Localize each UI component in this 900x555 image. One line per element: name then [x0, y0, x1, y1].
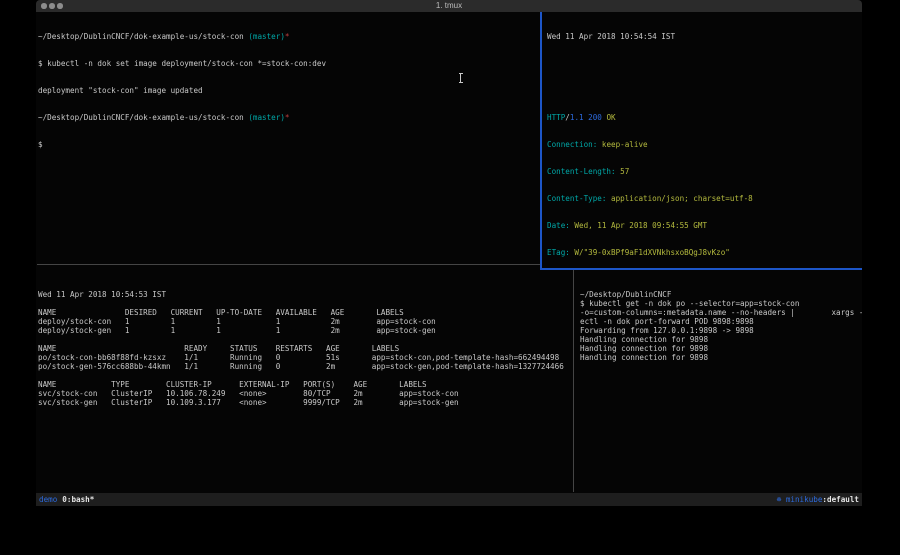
pane-shell-top-left[interactable]: ~/Desktop/DublinCNCF/dok-example-us/stoc…: [36, 12, 540, 264]
tmux-status-bar: demo 0:bash* ☸ minikube:default: [36, 493, 862, 506]
prompt-line: ~/Desktop/DublinCNCF/dok-example-us/stoc…: [38, 113, 540, 122]
header-value: W/"39-0xBPf9aF1dXVNkhsxoBQgJ8vKzo": [570, 248, 730, 257]
header-value: 57: [616, 167, 630, 176]
header-key: Date:: [547, 221, 570, 230]
port-forward-output: ~/Desktop/DublinCNCF $ kubectl get -n do…: [580, 290, 862, 362]
prompt-path: ~/Desktop/DublinCNCF/dok-example-us/stoc…: [38, 113, 248, 122]
header-value: Wed, 11 Apr 2018 09:54:55 GMT: [570, 221, 707, 230]
title-bar[interactable]: 1. tmux: [36, 0, 862, 12]
pane-divider-vertical-bottom[interactable]: [573, 270, 574, 492]
header-key: Connection:: [547, 140, 597, 149]
http-header: Connection: keep-alive: [547, 140, 862, 149]
kube-context: minikube: [786, 495, 823, 504]
http-header: ETag: W/"39-0xBPf9aF1dXVNkhsxoBQgJ8vKzo": [547, 248, 862, 257]
header-key: Content-Type:: [547, 194, 606, 203]
pane-divider-horizontal-left[interactable]: [37, 264, 540, 265]
status-right: ☸ minikube:default: [777, 495, 859, 504]
prompt-line: ~/Desktop/DublinCNCF/dok-example-us/stoc…: [38, 32, 540, 41]
git-dirty-flag: *: [285, 113, 290, 122]
pane-http-response[interactable]: Wed 11 Apr 2018 10:54:54 IST HTTP/1.1 20…: [545, 12, 862, 268]
prompt-symbol: $: [38, 140, 540, 149]
tmux-session: ~/Desktop/DublinCNCF/dok-example-us/stoc…: [36, 12, 862, 493]
command-line: $ kubectl -n dok set image deployment/st…: [38, 59, 540, 68]
status-left: demo 0:bash*: [39, 495, 94, 504]
header-value: keep-alive: [597, 140, 647, 149]
http-proto: HTTP: [547, 113, 565, 122]
git-branch: (master): [248, 113, 285, 122]
git-dirty-flag: *: [285, 32, 290, 41]
http-header: Content-Length: 57: [547, 167, 862, 176]
http-header: Content-Type: application/json; charset=…: [547, 194, 862, 203]
window-title: 1. tmux: [36, 0, 862, 12]
header-key: ETag:: [547, 248, 570, 257]
terminal-window: 1. tmux ~/Desktop/DublinCNCF/dok-example…: [36, 0, 862, 506]
http-reason: OK: [602, 113, 616, 122]
pane-kubectl-watch[interactable]: Wed 11 Apr 2018 10:54:53 IST NAME DESIRE…: [36, 270, 573, 491]
prompt-path: ~/Desktop/DublinCNCF/dok-example-us/stoc…: [38, 32, 248, 41]
command-output: deployment "stock-con" image updated: [38, 86, 540, 95]
pane-port-forward[interactable]: ~/Desktop/DublinCNCF $ kubectl get -n do…: [578, 270, 862, 491]
pane-divider-horizontal-right-active[interactable]: [540, 268, 862, 270]
ibeam-pointer-icon: [458, 73, 463, 83]
header-key: Content-Length:: [547, 167, 616, 176]
window-tab-bash[interactable]: 0:bash*: [62, 495, 94, 504]
header-value: application/json; charset=utf-8: [606, 194, 752, 203]
kube-namespace: :default: [822, 495, 859, 504]
git-branch: (master): [248, 32, 285, 41]
kubectl-resources-output: Wed 11 Apr 2018 10:54:53 IST NAME DESIRE…: [38, 290, 573, 407]
http-header: Date: Wed, 11 Apr 2018 09:54:55 GMT: [547, 221, 862, 230]
http-version: 1.1 200: [570, 113, 602, 122]
desktop: 1. tmux ~/Desktop/DublinCNCF/dok-example…: [0, 0, 900, 555]
pane-divider-vertical-top-active[interactable]: [540, 12, 542, 269]
timestamp: Wed 11 Apr 2018 10:54:54 IST: [547, 32, 862, 41]
http-status-line: HTTP/1.1 200 OK: [547, 113, 862, 122]
session-name[interactable]: demo: [39, 495, 57, 504]
